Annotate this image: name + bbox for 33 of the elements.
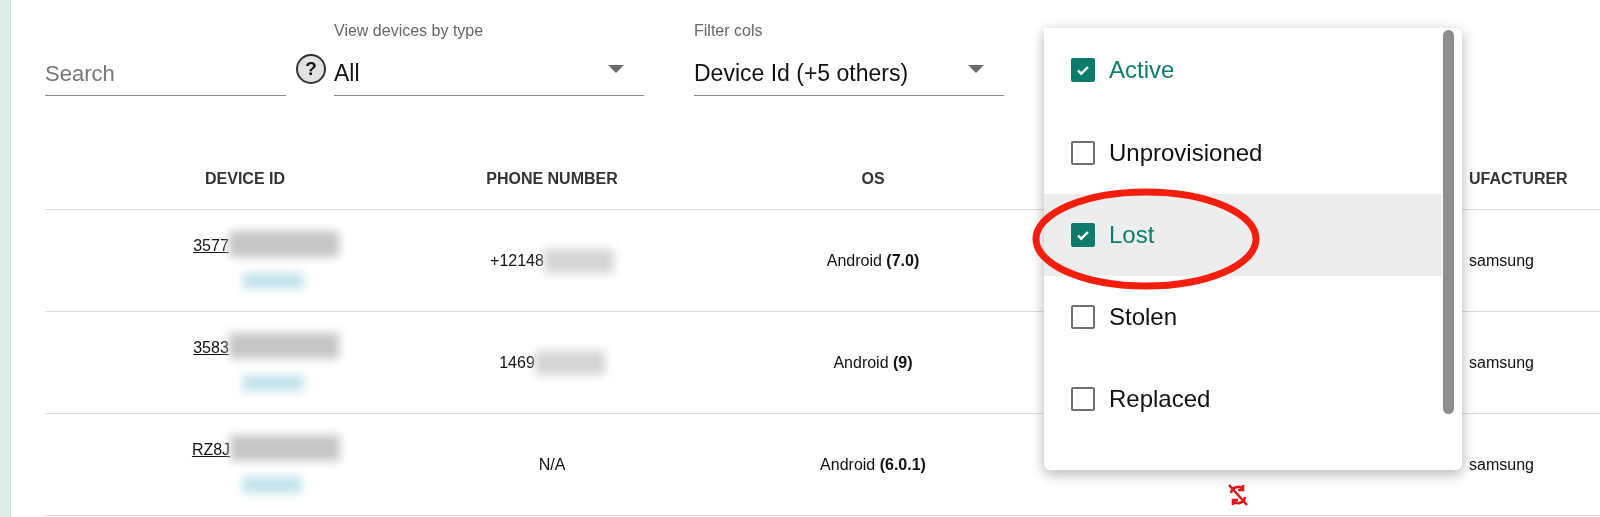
device-id-link[interactable]: RZ8J	[191, 440, 231, 459]
phone-number: 1469	[499, 353, 535, 372]
phone-number: +12148	[490, 251, 544, 270]
checkbox[interactable]	[1071, 305, 1095, 329]
column-header: DEVICE ID	[205, 170, 285, 188]
caret-icon	[968, 65, 984, 73]
os-version: Android (7.0)	[826, 251, 920, 270]
caret-icon	[608, 65, 624, 73]
scrollbar[interactable]	[1443, 30, 1454, 414]
device-id-link[interactable]: 3577	[193, 236, 229, 255]
checkbox[interactable]	[1071, 141, 1095, 165]
manufacturer: samsung	[1469, 455, 1534, 474]
os-version: Android (9)	[833, 353, 913, 372]
phone-number: N/A	[538, 455, 566, 474]
checkbox[interactable]	[1071, 58, 1095, 82]
column-header: PHONE NUMBER	[486, 170, 618, 188]
state-option[interactable]: Active	[1044, 28, 1442, 112]
redaction-blur	[241, 476, 302, 493]
columns-filter-select[interactable]: Filter cols Device Id (+5 others)	[694, 22, 1004, 96]
device-type-select[interactable]: View devices by type All	[334, 22, 644, 96]
os-version: Android (6.0.1)	[820, 455, 926, 474]
redaction-blur	[243, 374, 304, 391]
help-icon[interactable]: ?	[296, 54, 326, 84]
column-header: OS	[861, 170, 885, 188]
search-field[interactable]: Search	[45, 61, 286, 95]
column-header: UFACTURER	[1469, 170, 1568, 188]
state-option[interactable]: Lost	[1044, 194, 1442, 276]
device-id-link[interactable]: 3583	[193, 338, 229, 357]
manufacturer: samsung	[1469, 353, 1534, 372]
checkbox[interactable]	[1071, 387, 1095, 411]
checkbox[interactable]	[1071, 223, 1095, 247]
redaction-blur	[243, 272, 304, 289]
manufacturer: samsung	[1469, 251, 1534, 270]
